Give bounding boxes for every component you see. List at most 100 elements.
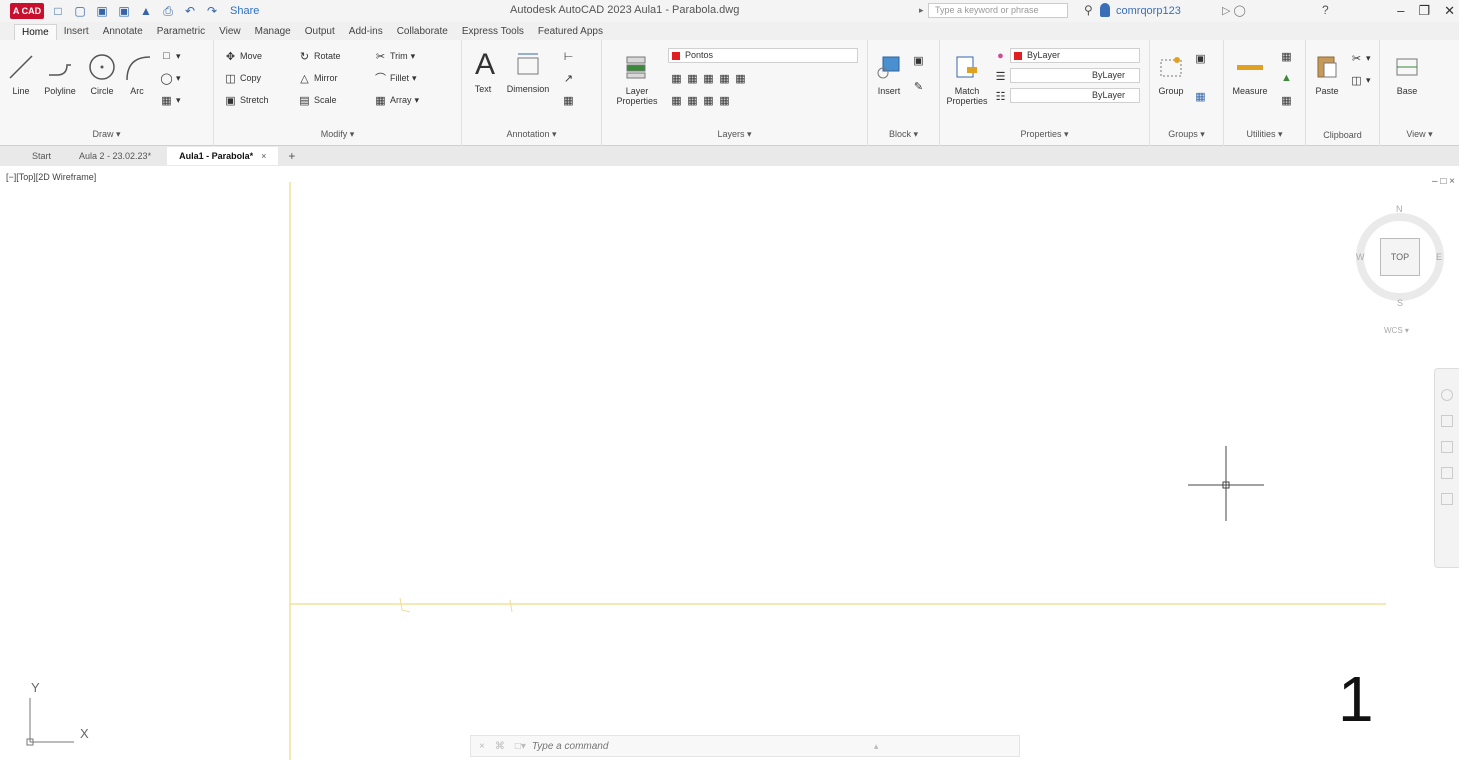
new-tab-button[interactable]: + — [282, 149, 301, 163]
annotation-panel-title[interactable]: Annotation ▾ — [462, 129, 601, 140]
tab-home[interactable]: Home — [14, 24, 57, 40]
dimension-button[interactable]: Dimension — [502, 48, 554, 94]
viewcube-east[interactable]: E — [1436, 252, 1442, 262]
user-name[interactable]: comrqorp123 — [1116, 5, 1181, 17]
command-input[interactable] — [531, 740, 862, 752]
tab-collaborate[interactable]: Collaborate — [390, 24, 455, 40]
close-tab-icon[interactable]: × — [261, 151, 266, 161]
fillet-button[interactable]: ⌒ Fillet ▾ — [374, 70, 417, 86]
wcs-menu[interactable]: WCS ▾ — [1384, 326, 1409, 335]
hatch-button[interactable]: ◯ ▾ — [160, 70, 180, 86]
tab-view[interactable]: View — [212, 24, 248, 40]
linear-dim-button[interactable]: ⊢ — [562, 48, 575, 64]
paste-button[interactable]: Paste — [1310, 50, 1344, 96]
cart-icon[interactable]: ▷ ◯ — [1222, 4, 1246, 17]
color-wheel-icon[interactable]: ● — [994, 48, 1007, 64]
calculator-button[interactable]: ▦ — [1280, 48, 1293, 64]
linetype-dropdown[interactable]: ByLayer — [1010, 68, 1140, 83]
layers-panel-title[interactable]: Layers ▾ — [602, 129, 867, 140]
rotate-button[interactable]: ↻ Rotate — [298, 48, 341, 64]
move-button[interactable]: ✥ Move — [224, 48, 262, 64]
recent-commands-icon[interactable]: □▾ — [515, 741, 526, 752]
close-icon[interactable]: ✕ — [1444, 3, 1455, 19]
save-as-icon[interactable]: ▣ — [116, 3, 132, 19]
mirror-button[interactable]: △ Mirror — [298, 70, 337, 86]
pan-icon[interactable] — [1441, 415, 1453, 427]
rectangle-button[interactable]: □ ▾ — [160, 48, 180, 64]
create-block-button[interactable]: ▣ — [912, 52, 925, 68]
drawing-canvas[interactable]: [−][Top][2D Wireframe] – □ × Y X TOP N S… — [0, 166, 1459, 763]
tab-output[interactable]: Output — [298, 24, 342, 40]
maximize-icon[interactable]: ❐ — [1418, 3, 1430, 19]
app-logo[interactable]: A CAD — [10, 3, 44, 19]
share-button[interactable]: Share — [230, 5, 259, 17]
tab-aula2[interactable]: Aula 2 - 23.02.23* — [67, 147, 163, 165]
base-button[interactable]: Base — [1390, 50, 1424, 96]
draw-panel-title[interactable]: Draw ▾ — [0, 129, 213, 140]
layer-tools-row1[interactable]: ▦ ▦ ▦ ▦ ▦ — [670, 70, 747, 86]
color-dropdown[interactable]: ByLayer — [1010, 48, 1140, 63]
layer-tools-row2[interactable]: ▦ ▦ ▦ ▦ — [670, 92, 731, 108]
viewcube-south[interactable]: S — [1397, 298, 1403, 308]
orbit-icon[interactable] — [1441, 467, 1453, 479]
properties-panel-title[interactable]: Properties ▾ — [940, 129, 1149, 140]
lineweight-dropdown[interactable]: ByLayer — [1010, 88, 1140, 103]
quick-select-button[interactable]: ▲ — [1280, 70, 1293, 86]
modify-panel-title[interactable]: Modify ▾ — [214, 129, 461, 140]
print-icon[interactable]: ⎙ — [160, 3, 176, 19]
tab-manage[interactable]: Manage — [248, 24, 298, 40]
group-edit-button[interactable]: ▦ — [1194, 88, 1207, 104]
steering-wheel-icon[interactable] — [1441, 389, 1453, 401]
utilities-panel-title[interactable]: Utilities ▾ — [1224, 129, 1305, 140]
polyline-button[interactable]: Polyline — [40, 50, 80, 96]
minimize-icon[interactable]: – — [1397, 3, 1404, 19]
viewcube-north[interactable]: N — [1396, 204, 1403, 214]
trim-button[interactable]: ✂ Trim ▾ — [374, 48, 415, 64]
leader-button[interactable]: ↗ — [562, 70, 575, 86]
copy-clip-button[interactable]: ◫ ▾ — [1350, 72, 1370, 88]
layer-properties-button[interactable]: Layer Properties — [612, 50, 662, 106]
showmotion-icon[interactable] — [1441, 493, 1453, 505]
table-button[interactable]: ▦ — [562, 92, 575, 108]
line-button[interactable]: Line — [4, 50, 38, 96]
clipboard-panel-title[interactable]: Clipboard — [1306, 130, 1379, 140]
tab-insert[interactable]: Insert — [57, 24, 96, 40]
circle-button[interactable]: Circle — [84, 50, 120, 96]
id-point-button[interactable]: ▦ — [1280, 92, 1293, 108]
text-button[interactable]: A Text — [468, 48, 498, 94]
publish-icon[interactable]: ▲ — [138, 3, 154, 19]
copy-button[interactable]: ◫ Copy — [224, 70, 261, 86]
tab-express-tools[interactable]: Express Tools — [455, 24, 531, 40]
viewcube[interactable]: TOP N S E W WCS ▾ — [1350, 192, 1450, 342]
gradient-button[interactable]: ▦ ▾ — [160, 92, 180, 108]
layer-dropdown[interactable]: Pontos — [668, 48, 858, 63]
tab-parametric[interactable]: Parametric — [150, 24, 212, 40]
new-file-icon[interactable]: □ — [50, 3, 66, 19]
open-file-icon[interactable]: ▢ — [72, 3, 88, 19]
navigation-bar[interactable] — [1434, 368, 1459, 568]
group-button[interactable]: Group — [1154, 50, 1188, 96]
search-icon[interactable]: ⚲ — [1084, 3, 1093, 17]
viewcube-west[interactable]: W — [1356, 252, 1365, 262]
undo-icon[interactable]: ↶ — [182, 3, 198, 19]
tab-featured-apps[interactable]: Featured Apps — [531, 24, 610, 40]
measure-button[interactable]: Measure — [1228, 50, 1272, 96]
zoom-icon[interactable] — [1441, 441, 1453, 453]
view-panel-title[interactable]: View ▾ — [1380, 129, 1459, 140]
tab-start[interactable]: Start — [20, 147, 63, 165]
user-icon[interactable] — [1100, 3, 1110, 17]
edit-block-button[interactable]: ✎ — [912, 78, 925, 94]
command-settings-icon[interactable]: ⌘ — [495, 741, 505, 752]
arc-button[interactable]: Arc — [120, 50, 154, 96]
array-button[interactable]: ▦ Array ▾ — [374, 92, 419, 108]
tab-aula1-parabola[interactable]: Aula1 - Parabola* × — [167, 147, 279, 165]
save-icon[interactable]: ▣ — [94, 3, 110, 19]
stretch-button[interactable]: ▣ Stretch — [224, 92, 268, 108]
cut-button[interactable]: ✂ ▾ — [1350, 50, 1371, 66]
ungroup-button[interactable]: ▣ — [1194, 50, 1207, 66]
command-history-arrow[interactable]: ▴ — [874, 741, 879, 752]
command-close-icon[interactable]: × — [479, 741, 485, 752]
block-panel-title[interactable]: Block ▾ — [868, 129, 939, 140]
redo-icon[interactable]: ↷ — [204, 3, 220, 19]
scale-button[interactable]: ▤ Scale — [298, 92, 336, 108]
